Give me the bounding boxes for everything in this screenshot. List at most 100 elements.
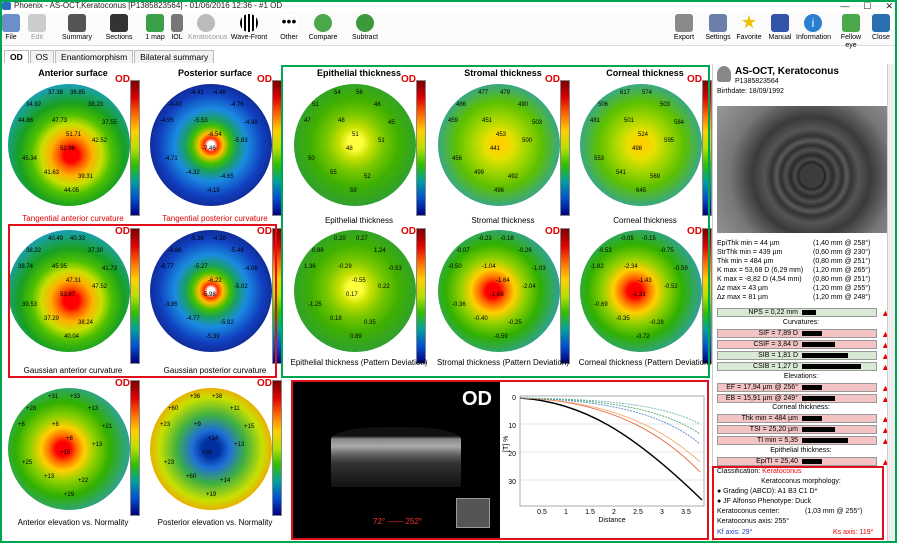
stromal-thickness-map[interactable]: Stromal thickness 477 479 486 490 459 451 453 4…: [434, 66, 572, 225]
gaussian-posterior-map[interactable]: -5.36 -4.38 -4.86 -5.48 -6.77 -5.27 -6.22 -5.98…: [146, 224, 284, 379]
favorite-button[interactable]: ★ Favorite: [736, 13, 762, 44]
keratoconus-button[interactable]: Keratoconus: [188, 14, 227, 44]
tab-os[interactable]: OS: [29, 50, 55, 63]
color-scale: [130, 228, 140, 364]
thickness-profile-chart[interactable]: 0.5 1 1.5 2 2.5 3 3.5 0 10 20 30 Distance [T] %: [502, 382, 709, 538]
posterior-curvature-disk[interactable]: [150, 84, 272, 206]
y-axis-label: [T] %: [503, 436, 510, 452]
color-scale: [272, 80, 282, 216]
edit-button[interactable]: Edit: [26, 14, 48, 44]
close-button[interactable]: Close: [870, 14, 892, 44]
metric-row: Δz max = 81 µm (1,20 mm @ 248°): [717, 294, 871, 301]
maximize-button[interactable]: ☐: [863, 0, 871, 12]
tab-od[interactable]: OD: [4, 50, 29, 63]
metric-row: K max = -8,82 D (4,54 mm) (0,80 mm @ 251°…: [717, 276, 871, 283]
epithelial-disk[interactable]: [294, 84, 416, 206]
subtract-icon: [356, 14, 374, 32]
color-scale: [702, 228, 712, 364]
gaussian-posterior-disk[interactable]: [150, 230, 272, 352]
gaussian-anterior-map[interactable]: 40.49 40.33 38.22 37.30 38.74 45.95 47.31 53.87…: [4, 224, 142, 379]
epithelial-deviation-map[interactable]: 0.20 0.27 0.86 1.24 1.36 -0.29 -0.55 0.17 0.22 -0…: [290, 224, 428, 379]
x-tick-label: 2: [612, 509, 616, 516]
wavefront-button[interactable]: Wave-Front: [230, 14, 268, 44]
close-window-button[interactable]: ✕: [885, 0, 893, 12]
patient-panel: AS-OCT, Keratoconus P1385823564 Birthdat…: [712, 64, 896, 542]
corneal-thickness-map[interactable]: Corneal thickness 617 574 506 503 481 501 524 4…: [576, 66, 714, 225]
tab-bilateral-summary[interactable]: Bilateral summary: [134, 50, 215, 63]
posterior-elevation-disk[interactable]: [150, 388, 272, 510]
stromal-deviation-map[interactable]: -0.23 -0.18 -0.07 -0.26 -0.50 -1.04 -1.64 -1.68…: [434, 224, 572, 379]
index-bar: CSIB = 1,27 D: [717, 362, 877, 371]
profile-svg: 0.5 1 1.5 2 2.5 3 3.5 0102030 Distance [T] %: [503, 395, 705, 524]
file-button[interactable]: File: [2, 14, 20, 44]
iol-button[interactable]: IOL: [170, 14, 184, 44]
x-tick-label: 3.5: [681, 509, 691, 516]
manual-icon: [771, 14, 789, 32]
tab-enantiomorphism[interactable]: Enantiomorphism: [55, 50, 134, 63]
keratoconus-icon: [197, 14, 215, 32]
panel-scrollbar[interactable]: [887, 64, 896, 542]
color-scale: [416, 80, 426, 216]
x-tick-label: 0.5: [537, 509, 547, 516]
metric-row: K max = 53,68 D (6,29 mm) (1,20 mm @ 265°…: [717, 267, 871, 274]
fellow-eye-button[interactable]: Fellow eye: [836, 14, 866, 49]
epithelial-deviation-disk[interactable]: [294, 230, 416, 352]
corneal-deviation-disk[interactable]: [580, 230, 702, 352]
color-scale: [272, 228, 282, 364]
corneal-disk[interactable]: [580, 84, 702, 206]
iol-icon: [171, 14, 183, 32]
x-ticks: 0.5 1 1.5 2 2.5 3 3.5: [537, 509, 691, 516]
anterior-elevation-map[interactable]: +31 +33 +28 +13 +6 +8 +8 +15 +13 +21 +25 +13 +22 +29 …: [4, 378, 142, 533]
epithelial-thickness-map[interactable]: Epithelial thickness 54 56 51 46 47 48 51 48 51 4…: [290, 66, 428, 225]
file-icon: [2, 14, 20, 32]
summary-button[interactable]: Summary: [60, 14, 94, 44]
corneal-deviation-map[interactable]: -0.05 -0.15 -0.53 -0.75 -1.82 -2.34 -1.43 -1.31…: [576, 224, 714, 379]
sections-button[interactable]: Sections: [104, 14, 134, 44]
scan-thumbnail[interactable]: [456, 498, 490, 528]
anterior-surface-map[interactable]: Anterior surface 37.38 36.85 34.92 38.23 44.…: [4, 66, 142, 223]
minimize-button[interactable]: —: [840, 0, 849, 12]
eye-tabs: OD OS Enantiomorphism Bilateral summary: [4, 50, 215, 63]
posterior-surface-map[interactable]: Posterior surface -4.41 -4.46 -4.43 -4.76 -4…: [146, 66, 284, 223]
export-icon: [675, 14, 693, 32]
index-bar: Thk min = 484 µm: [717, 414, 877, 423]
map-icon: [146, 14, 164, 32]
eye-photo[interactable]: [717, 106, 889, 233]
index-bar: EB = 15,91 µm @ 249°: [717, 394, 877, 403]
settings-button[interactable]: Settings: [704, 14, 732, 44]
compare-button[interactable]: Compare: [308, 14, 338, 44]
gaussian-anterior-disk[interactable]: [8, 230, 130, 352]
x-tick-label: 1: [564, 509, 568, 516]
index-bar: TI min = 5,35: [717, 436, 877, 445]
oct-scan-image[interactable]: OD 72° —— 252°: [293, 382, 500, 538]
edit-icon: [28, 14, 46, 32]
index-bar: EF = 17,94 µm @ 256°: [717, 383, 877, 392]
close-icon: [872, 14, 890, 32]
subtract-button[interactable]: Subtract: [350, 14, 380, 44]
manual-button[interactable]: Manual: [768, 14, 792, 44]
stromal-disk[interactable]: [438, 84, 560, 206]
metric-row: Δz max = 43 µm (1,20 mm @ 255°): [717, 285, 871, 292]
sections-icon: [110, 14, 128, 32]
color-scale: [560, 228, 570, 364]
color-scale: [130, 80, 140, 216]
more-icon: •••: [280, 14, 298, 32]
metric-row: StrThk min = 439 µm (0,60 mm @ 230°): [717, 249, 871, 256]
nps-bar: NPS = 0,22 mm: [717, 308, 877, 317]
other-button[interactable]: ••• Other: [278, 14, 300, 44]
information-button[interactable]: i Information: [796, 14, 831, 44]
anterior-elevation-disk[interactable]: [8, 388, 130, 510]
posterior-elevation-map[interactable]: +36 +38 +60 +11 +23 +9 +14 +35 +13 +15 +23 +60 +14 +1…: [146, 378, 284, 533]
summary-icon: [68, 14, 86, 32]
anterior-curvature-disk[interactable]: [8, 84, 130, 206]
index-bar: SIB = 1,81 D: [717, 351, 877, 360]
app-icon: [2, 2, 11, 10]
x-tick-label: 3: [660, 509, 664, 516]
fellow-eye-icon: [842, 14, 860, 32]
stromal-deviation-disk[interactable]: [438, 230, 560, 352]
one-map-button[interactable]: 1 map: [144, 14, 166, 44]
color-scale: [272, 380, 282, 516]
info-icon: i: [804, 14, 822, 32]
export-button[interactable]: Export: [672, 14, 696, 44]
color-scale: [560, 80, 570, 216]
